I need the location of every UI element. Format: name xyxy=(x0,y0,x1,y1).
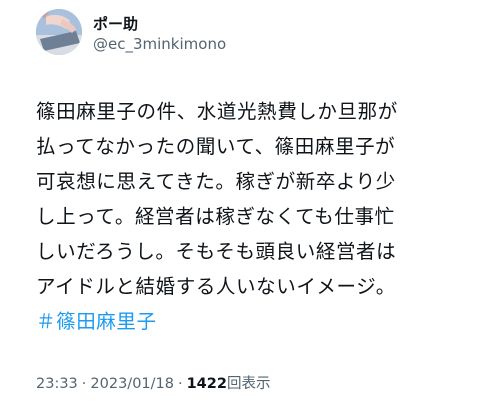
user-avatar-icon[interactable] xyxy=(36,9,82,55)
tweet-time[interactable]: 23:33 xyxy=(36,376,78,392)
views-label: 回表示 xyxy=(226,376,271,392)
tweet-text-line: 払ってなかったの聞いて、篠田麻里子が xyxy=(36,135,396,158)
author-handle[interactable]: @ec_3minkimono xyxy=(93,34,226,54)
tweet-text-line: アイドルと結婚する人いないイメージ。 xyxy=(36,275,396,298)
hashtag-link[interactable]: ＃篠田麻里子 xyxy=(36,310,157,333)
author-names: ポー助 @ec_3minkimono xyxy=(93,11,226,54)
tweet-header: ポー助 @ec_3minkimono xyxy=(36,9,226,55)
tweet-text-line: しいだろうし。そもそも頭良い経営者は xyxy=(36,240,397,263)
tweet-text-line: 可哀想に思えてきた。稼ぎが新卒より少 xyxy=(36,170,396,193)
views-count: 1422 xyxy=(186,376,227,392)
tweet-text: 篠田麻里子の件、水道光熱費しか旦那が 払ってなかったの聞いて、篠田麻里子が 可哀… xyxy=(36,94,476,339)
meta-separator: · xyxy=(177,376,183,392)
meta-separator: · xyxy=(81,376,87,392)
author-display-name[interactable]: ポー助 xyxy=(93,14,226,34)
tweet: ポー助 @ec_3minkimono 篠田麻里子の件、水道光熱費しか旦那が 払っ… xyxy=(0,0,480,408)
tweet-meta: 23:33 · 2023/01/18 · 1422回表示 xyxy=(36,374,270,394)
tweet-date[interactable]: 2023/01/18 xyxy=(90,376,174,392)
tweet-text-line: し上って。経営者は稼ぎなくても仕事忙 xyxy=(36,205,395,228)
tweet-text-line: 篠田麻里子の件、水道光熱費しか旦那が xyxy=(36,100,398,123)
